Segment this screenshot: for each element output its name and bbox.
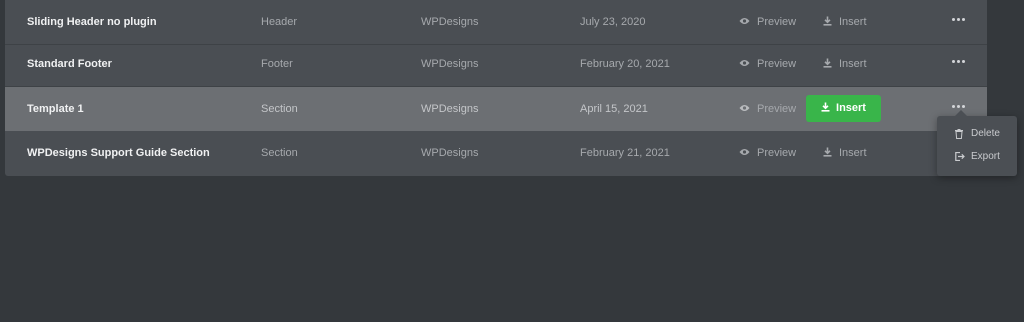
more-options-icon[interactable] <box>950 12 966 28</box>
template-author: WPDesigns <box>421 16 479 28</box>
template-title: WPDesigns Support Guide Section <box>27 147 210 159</box>
menu-item-label: Export <box>971 151 1000 162</box>
preview-button[interactable]: Preview <box>739 87 796 131</box>
preview-label: Preview <box>757 58 797 70</box>
download-icon <box>823 58 832 68</box>
template-row-active: Template 1 Section WPDesigns April 15, 2… <box>5 87 987 131</box>
template-author: WPDesigns <box>421 58 479 70</box>
template-row: Standard Footer Footer WPDesigns Februar… <box>5 42 987 87</box>
template-row: WPDesigns Support Guide Section Section … <box>5 131 987 175</box>
menu-item-label: Delete <box>971 128 1000 139</box>
template-title: Sliding Header no plugin <box>27 16 157 28</box>
download-icon <box>821 102 830 112</box>
preview-label: Preview <box>757 16 797 28</box>
templates-list: Sliding Header no plugin Header WPDesign… <box>5 0 987 176</box>
menu-item-export[interactable]: Export <box>937 146 1017 168</box>
eye-icon <box>739 149 750 156</box>
eye-icon <box>739 18 750 25</box>
preview-label: Preview <box>757 147 797 159</box>
preview-label: Preview <box>757 103 797 115</box>
template-type: Section <box>261 103 298 115</box>
export-icon <box>955 152 965 161</box>
insert-label: Insert <box>839 16 867 28</box>
preview-button[interactable]: Preview <box>739 0 796 44</box>
insert-button[interactable]: Insert <box>823 0 867 44</box>
download-icon <box>823 16 832 26</box>
template-date: April 15, 2021 <box>580 103 648 115</box>
more-options-menu: Delete Export <box>937 110 1017 176</box>
template-date: February 21, 2021 <box>580 147 670 159</box>
eye-icon <box>739 105 750 112</box>
template-row: Sliding Header no plugin Header WPDesign… <box>5 0 987 45</box>
template-title: Standard Footer <box>27 58 112 70</box>
insert-button[interactable]: Insert <box>823 131 867 175</box>
insert-button[interactable]: Insert <box>806 95 881 122</box>
template-type: Footer <box>261 58 293 70</box>
preview-button[interactable]: Preview <box>739 131 796 175</box>
template-date: July 23, 2020 <box>580 16 646 28</box>
insert-button[interactable]: Insert <box>823 42 867 86</box>
menu-item-delete[interactable]: Delete <box>937 123 1017 145</box>
more-options-icon[interactable] <box>950 54 966 70</box>
preview-button[interactable]: Preview <box>739 42 796 86</box>
template-title: Template 1 <box>27 103 84 115</box>
insert-label: Insert <box>836 102 866 114</box>
template-type: Header <box>261 16 298 28</box>
download-icon <box>823 147 832 157</box>
template-author: WPDesigns <box>421 147 479 159</box>
template-date: February 20, 2021 <box>580 58 670 70</box>
insert-label: Insert <box>839 147 867 159</box>
eye-icon <box>739 60 750 67</box>
insert-label: Insert <box>839 58 867 70</box>
trash-icon <box>955 129 963 139</box>
template-type: Section <box>261 147 298 159</box>
template-author: WPDesigns <box>421 103 479 115</box>
